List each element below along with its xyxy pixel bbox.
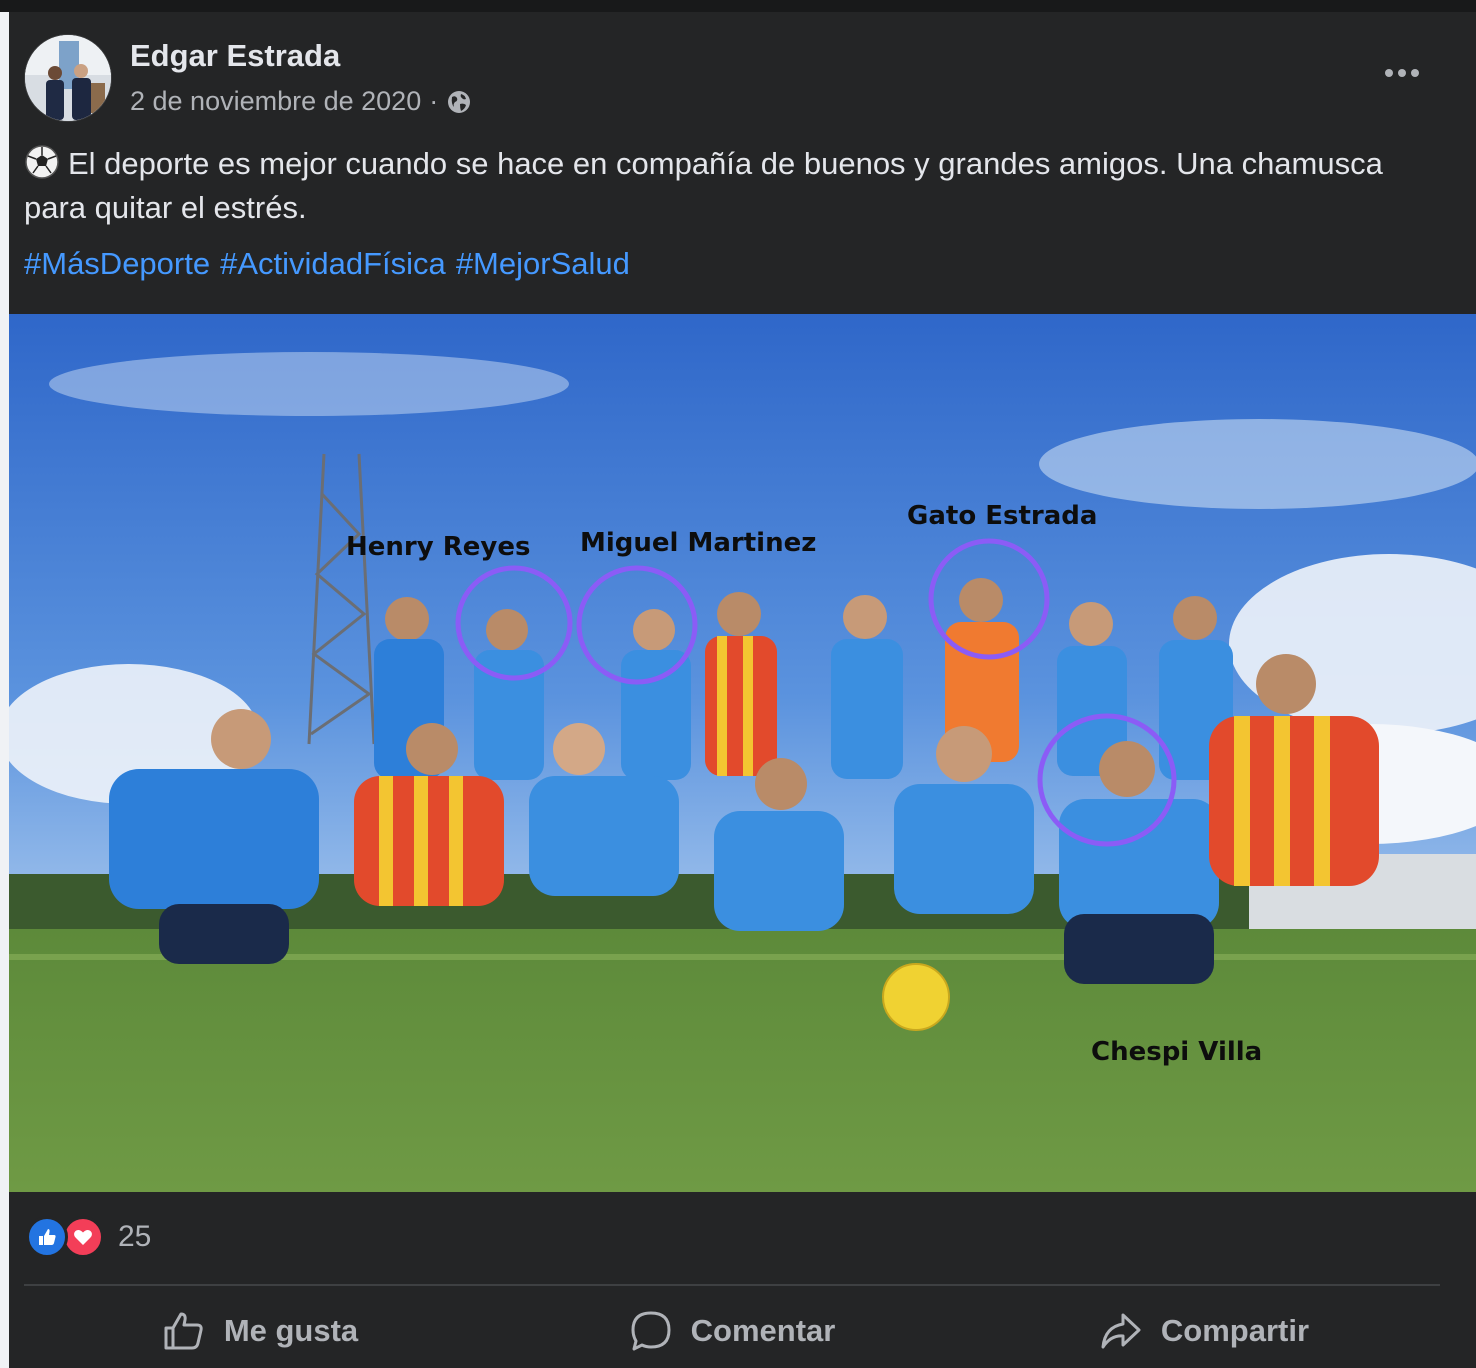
post-photo[interactable]: Henry Reyes Miguel Martinez Gato Estrada… [9, 314, 1476, 1192]
actions-divider [24, 1284, 1440, 1286]
annotation-label: Henry Reyes [346, 532, 530, 562]
annotation-label: Gato Estrada [907, 501, 1097, 531]
annotation-label: Miguel Martinez [580, 528, 816, 558]
hashtag-link[interactable]: #MejorSalud [456, 246, 630, 282]
like-label: Me gusta [223, 1313, 359, 1348]
hashtag-list: #MásDeporte #ActividadFísica #MejorSalud [24, 246, 630, 282]
soccer-ball-icon [25, 145, 59, 179]
more-dot-icon [1411, 69, 1419, 77]
hashtag-link[interactable]: #MásDeporte [24, 246, 210, 282]
like-button[interactable]: Me gusta [24, 1296, 496, 1366]
comment-icon [631, 1311, 671, 1351]
annotation-label: Chespi Villa [1091, 1037, 1262, 1067]
more-dot-icon [1385, 69, 1393, 77]
author-avatar[interactable] [24, 34, 112, 122]
post-text: El deporte es mejor cuando se hace en co… [24, 142, 1424, 230]
thumbs-up-icon [164, 1312, 203, 1350]
globe-icon[interactable] [446, 89, 472, 115]
hashtag-link[interactable]: #ActividadFísica [220, 246, 446, 282]
share-icon [1101, 1313, 1141, 1349]
share-label: Compartir [1160, 1313, 1310, 1348]
more-options-button[interactable] [1378, 56, 1426, 90]
action-bar: Me gusta Comentar Compartir [24, 1296, 1440, 1366]
comment-button[interactable]: Comentar [496, 1296, 968, 1366]
post-meta: 2 de noviembre de 2020 · [130, 86, 472, 117]
share-button[interactable]: Compartir [968, 1296, 1440, 1366]
reaction-summary[interactable]: 25 [26, 1216, 151, 1258]
post-date[interactable]: 2 de noviembre de 2020 [130, 86, 421, 117]
meta-separator: · [429, 86, 439, 116]
comment-label: Comentar [690, 1313, 836, 1348]
top-bar [0, 0, 1476, 12]
page-edge [0, 12, 9, 1368]
more-dot-icon [1398, 69, 1406, 77]
post-message: El deporte es mejor cuando se hace en co… [24, 146, 1383, 225]
reaction-count: 25 [118, 1220, 152, 1253]
author-name[interactable]: Edgar Estrada [130, 38, 340, 74]
like-icon [26, 1216, 68, 1258]
love-icon [62, 1216, 104, 1258]
